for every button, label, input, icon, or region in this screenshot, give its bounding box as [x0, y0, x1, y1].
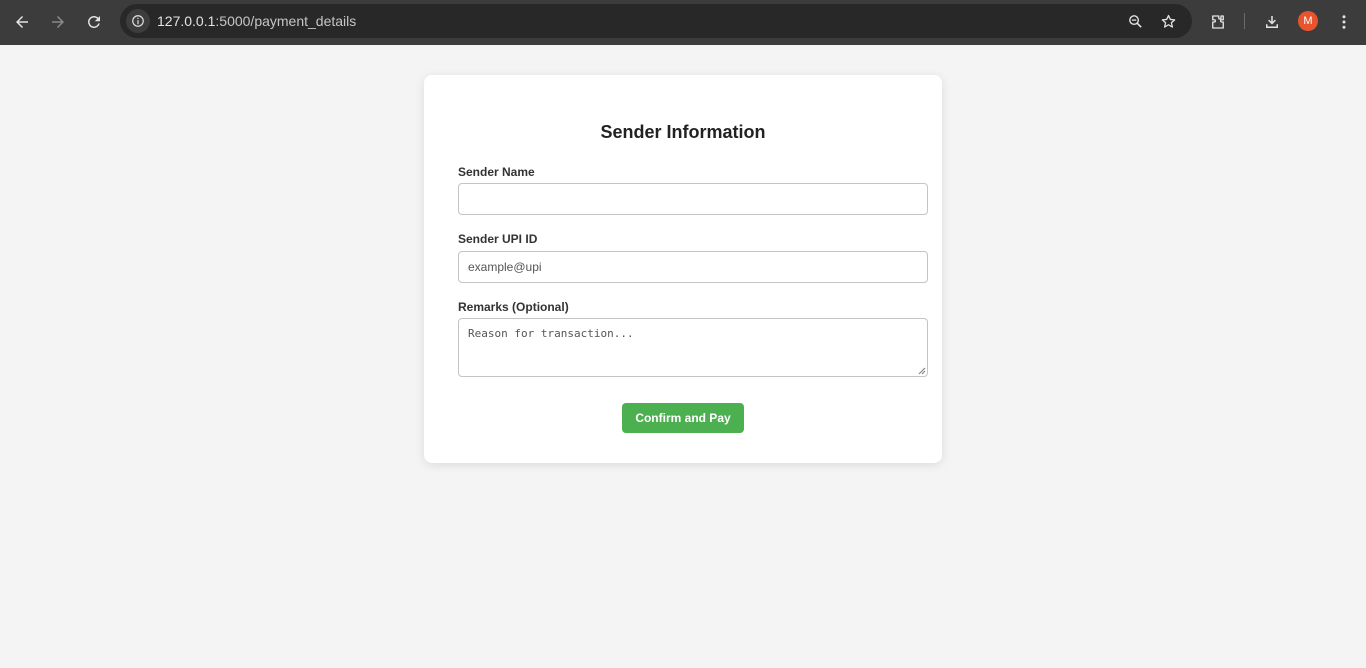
resize-handle-icon[interactable] [918, 367, 926, 375]
back-button[interactable] [7, 7, 37, 37]
reload-icon [87, 15, 100, 28]
reload-button[interactable] [79, 7, 109, 37]
remarks-label: Remarks (Optional) [458, 300, 569, 314]
sender-upi-label: Sender UPI ID [458, 232, 538, 246]
sender-name-label: Sender Name [458, 165, 535, 179]
puzzle-icon [1212, 15, 1224, 29]
browser-menu-button[interactable] [1329, 7, 1359, 37]
sender-name-input[interactable] [458, 183, 928, 215]
info-icon [132, 15, 144, 27]
forward-button[interactable] [43, 7, 73, 37]
zoom-button[interactable] [1125, 11, 1145, 31]
arrow-right-icon [52, 16, 64, 28]
url-path: :5000/payment_details [215, 13, 357, 29]
arrow-left-icon [16, 16, 28, 28]
remarks-textarea[interactable] [458, 318, 928, 377]
url-text[interactable]: 127.0.0.1:5000/payment_details [157, 13, 356, 29]
confirm-and-pay-button[interactable]: Confirm and Pay [622, 403, 744, 433]
download-icon [1266, 16, 1278, 28]
page-title: Sender Information [600, 122, 766, 142]
zoom-icon [1128, 14, 1142, 28]
star-icon [1161, 14, 1175, 28]
extensions-button[interactable] [1203, 7, 1233, 37]
browser-toolbar: 127.0.0.1:5000/payment_details M [0, 0, 1366, 45]
toolbar-divider [1244, 13, 1245, 29]
profile-avatar[interactable]: M [1298, 11, 1318, 31]
url-host: 127.0.0.1 [157, 13, 216, 29]
sender-upi-input[interactable] [458, 251, 928, 283]
more-vert-icon [1342, 15, 1346, 29]
address-bar[interactable]: 127.0.0.1:5000/payment_details [120, 4, 1192, 38]
sender-form-card: Sender Information Sender Name Sender UP… [424, 75, 942, 463]
bookmark-button[interactable] [1158, 11, 1178, 31]
downloads-button[interactable] [1257, 7, 1287, 37]
site-info-button[interactable] [126, 9, 150, 33]
